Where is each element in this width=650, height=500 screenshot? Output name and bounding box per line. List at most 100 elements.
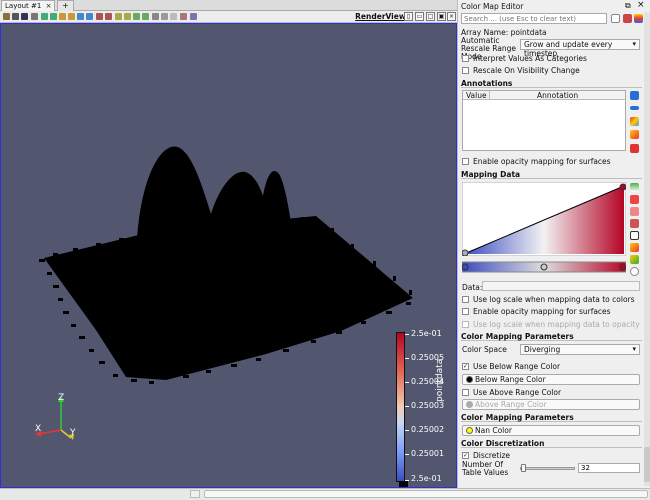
close-icon[interactable]: × — [46, 2, 52, 10]
color-map-editor-panel: Color Map Editor ⧉ × Array Name: pointda… — [457, 0, 650, 488]
auto-rescale-select[interactable]: Grow and update every timestep — [520, 39, 640, 58]
axis-x-plus-icon[interactable] — [41, 13, 48, 20]
log-scale-opacity-checkbox[interactable] — [462, 321, 469, 328]
enable-opacity-surfaces-checkbox-2[interactable] — [462, 308, 469, 315]
interactive-select-icon[interactable] — [152, 13, 159, 20]
camera-icon[interactable] — [31, 13, 38, 20]
color-discretization-header: Color Discretization — [461, 439, 642, 448]
rotate-ccw-icon[interactable] — [105, 13, 112, 20]
panel-scrollbar[interactable] — [644, 12, 650, 486]
axis-y-minus-icon[interactable] — [68, 13, 75, 20]
select-cells-icon[interactable] — [115, 13, 122, 20]
below-range-swatch — [399, 481, 408, 487]
maximize-button[interactable]: □ — [426, 12, 435, 21]
gear-icon[interactable] — [611, 14, 620, 23]
3d-toggle-icon[interactable] — [21, 13, 28, 20]
restore-button[interactable]: ▣ — [437, 12, 446, 21]
mapping-data-header: Mapping Data — [461, 170, 642, 179]
annotations-table[interactable]: Value Annotation — [462, 90, 626, 151]
edit-color-icon[interactable] — [630, 231, 639, 240]
rescale-visibility-label: Rescale On Visibility Change — [473, 66, 580, 75]
hover-points-icon[interactable] — [161, 13, 168, 20]
opacity-transfer-function-editor[interactable] — [462, 182, 626, 256]
color-legend-label: 0.25002 — [411, 425, 445, 434]
annotations-header: Annotations — [461, 79, 642, 88]
axis-x-minus-icon[interactable] — [50, 13, 57, 20]
use-above-range-checkbox[interactable] — [462, 389, 469, 396]
above-range-color-button[interactable]: Above Range Color — [462, 399, 640, 410]
data-label: Data: — [462, 283, 483, 292]
axis-z-plus-icon[interactable] — [77, 13, 84, 20]
rescale-visible-range-icon[interactable] — [630, 219, 639, 228]
below-range-color-button[interactable]: Below Range Color — [462, 374, 640, 385]
axis-y-plus-icon[interactable] — [59, 13, 66, 20]
log-scale-colors-checkbox[interactable] — [462, 296, 469, 303]
enable-opacity-surfaces-label: Enable opacity mapping for surfaces — [473, 157, 611, 166]
enable-opacity-surfaces-checkbox[interactable] — [462, 158, 469, 165]
help-icon[interactable] — [170, 13, 177, 20]
add-annotation-icon[interactable] — [630, 91, 639, 100]
reset-camera-icon[interactable] — [3, 13, 10, 20]
use-above-range-label: Use Above Range Color — [473, 388, 562, 397]
color-mapping-params-header-2: Color Mapping Parameters — [461, 413, 642, 422]
log-scale-opacity-label: Use log scale when mapping data to opaci… — [473, 320, 640, 329]
horizontal-scrollbar[interactable] — [204, 490, 648, 498]
split-horizontal-button[interactable]: ▯ — [404, 12, 413, 21]
layout-tab[interactable]: Layout #1 × — [1, 0, 56, 11]
num-table-values-input[interactable] — [578, 463, 640, 473]
settings-icon[interactable] — [630, 267, 639, 276]
delete-annotations-icon[interactable] — [630, 144, 639, 153]
invert-transfer-function-icon[interactable] — [630, 243, 639, 252]
add-visible-values-icon[interactable] — [630, 130, 639, 139]
interpret-categories-checkbox[interactable] — [462, 55, 469, 62]
view-title: RenderView1 — [355, 12, 411, 21]
add-active-values-icon[interactable] — [630, 117, 639, 126]
render-view[interactable]: Z X Y 2.5e-01 0.25005 0.25004 0.25003 0.… — [0, 23, 457, 488]
save-preset-icon[interactable] — [623, 14, 632, 23]
clear-selection-icon[interactable] — [190, 13, 197, 20]
remove-annotation-icon[interactable] — [630, 106, 639, 110]
select-points-icon[interactable] — [124, 13, 131, 20]
scroll-left-button[interactable] — [190, 490, 200, 498]
view-toolbar: RenderView1 ▯ ▭ □ ▣ × — [0, 11, 457, 23]
add-layout-tab-button[interactable]: + — [57, 0, 74, 11]
grow-selection-icon[interactable] — [180, 13, 187, 20]
layout-tab-label: Layout #1 — [5, 2, 42, 10]
close-icon[interactable]: × — [637, 0, 645, 10]
color-transfer-function-editor[interactable] — [462, 259, 626, 275]
search-input[interactable] — [461, 13, 607, 24]
rescale-temporal-range-icon[interactable] — [630, 207, 639, 216]
slider-handle[interactable] — [521, 464, 526, 472]
color-mapping-params-header: Color Mapping Parameters — [461, 332, 642, 341]
choose-box-color-icon[interactable] — [630, 255, 639, 264]
select-polygon-icon[interactable] — [142, 13, 149, 20]
data-value-field[interactable] — [482, 281, 640, 291]
rescale-custom-range-icon[interactable] — [630, 195, 639, 204]
rescale-visibility-checkbox[interactable] — [462, 67, 469, 74]
color-legend-label: 0.25001 — [411, 449, 445, 458]
above-range-color-swatch — [466, 401, 473, 408]
zoom-to-data-icon[interactable] — [12, 13, 19, 20]
float-icon[interactable]: ⧉ — [625, 1, 631, 11]
select-frustum-icon[interactable] — [133, 13, 140, 20]
choose-preset-icon[interactable] — [634, 14, 643, 23]
rotate-cw-icon[interactable] — [96, 13, 103, 20]
nan-color-button[interactable]: Nan Color — [462, 425, 640, 436]
use-below-range-checkbox[interactable]: ✓ — [462, 363, 469, 370]
panel-scrollbar-thumb[interactable] — [644, 447, 650, 482]
axis-y-label: Y — [70, 428, 76, 438]
layout-tab-bar: Layout #1 × + — [0, 0, 457, 11]
color-legend-label: 2.5e-01 — [411, 474, 442, 483]
split-vertical-button[interactable]: ▭ — [415, 12, 424, 21]
color-space-select[interactable]: Diverging — [520, 344, 640, 355]
axis-z-minus-icon[interactable] — [86, 13, 93, 20]
annot-col-annotation: Annotation — [537, 91, 579, 100]
color-space-label: Color Space — [462, 345, 507, 354]
close-view-button[interactable]: × — [447, 12, 456, 21]
axis-x-label: X — [35, 424, 42, 434]
interpret-categories-label: Interpret Values As Categories — [473, 54, 587, 63]
rescale-to-data-range-icon[interactable] — [630, 183, 639, 192]
color-legend-label: 2.5e-01 — [411, 329, 442, 338]
num-table-values-slider[interactable] — [520, 467, 575, 470]
discretize-checkbox[interactable]: ✓ — [462, 452, 469, 459]
